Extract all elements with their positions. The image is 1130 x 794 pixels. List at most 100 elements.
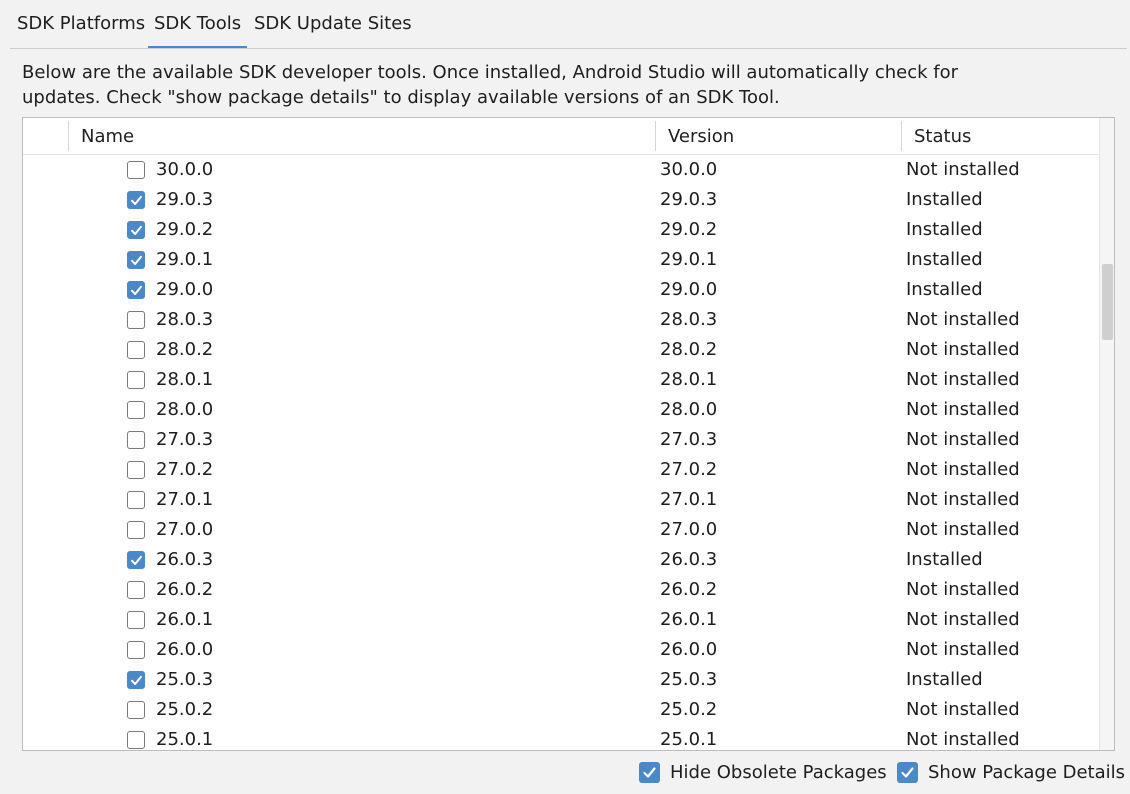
row-name: 27.0.2 <box>156 459 214 480</box>
row-name: 29.0.2 <box>156 219 214 240</box>
row-checkbox[interactable] <box>127 341 145 359</box>
row-status: Not installed <box>906 519 1020 540</box>
table-row[interactable]: 27.0.2 27.0.2 Not installed <box>23 455 1099 485</box>
row-checkbox[interactable] <box>127 221 145 239</box>
row-version: 28.0.2 <box>660 339 718 360</box>
row-status: Not installed <box>906 489 1020 510</box>
table-row[interactable]: 28.0.1 28.0.1 Not installed <box>23 365 1099 395</box>
row-version: 29.0.2 <box>660 219 718 240</box>
row-status: Not installed <box>906 399 1020 420</box>
table-row[interactable]: 25.0.2 25.0.2 Not installed <box>23 695 1099 725</box>
row-status: Installed <box>906 189 983 210</box>
row-version: 29.0.0 <box>660 279 718 300</box>
row-version: 26.0.1 <box>660 609 718 630</box>
tab-sdk-update-sites[interactable]: SDK Update Sites <box>254 0 412 49</box>
row-name: 25.0.1 <box>156 729 214 750</box>
table-row[interactable]: 28.0.3 28.0.3 Not installed <box>23 305 1099 335</box>
table-row[interactable]: 27.0.0 27.0.0 Not installed <box>23 515 1099 545</box>
row-status: Not installed <box>906 309 1020 330</box>
table-row[interactable]: 26.0.0 26.0.0 Not installed <box>23 635 1099 665</box>
row-version: 25.0.1 <box>660 729 718 750</box>
row-version: 28.0.1 <box>660 369 718 390</box>
row-checkbox[interactable] <box>127 191 145 209</box>
row-name: 25.0.3 <box>156 669 214 690</box>
table-row[interactable]: 26.0.3 26.0.3 Installed <box>23 545 1099 575</box>
show-package-details-checkbox[interactable]: Show Package Details <box>897 760 1126 786</box>
hide-obsolete-checkbox[interactable]: Hide Obsolete Packages <box>639 760 887 786</box>
row-status: Not installed <box>906 699 1020 720</box>
row-name: 28.0.0 <box>156 399 214 420</box>
row-checkbox[interactable] <box>127 551 145 569</box>
row-version: 26.0.3 <box>660 549 718 570</box>
row-version: 27.0.3 <box>660 429 718 450</box>
checkbox-checked-icon[interactable] <box>639 762 660 783</box>
row-checkbox[interactable] <box>127 641 145 659</box>
checkbox-checked-icon[interactable] <box>897 762 918 783</box>
row-checkbox[interactable] <box>127 161 145 179</box>
row-checkbox[interactable] <box>127 731 145 749</box>
row-status: Installed <box>906 549 983 570</box>
row-version: 27.0.2 <box>660 459 718 480</box>
vertical-scrollbar[interactable] <box>1099 118 1114 750</box>
row-status: Not installed <box>906 729 1020 750</box>
row-checkbox[interactable] <box>127 281 145 299</box>
row-status: Not installed <box>906 429 1020 450</box>
scrollbar-thumb[interactable] <box>1102 264 1113 340</box>
column-header-version[interactable]: Version <box>656 118 901 154</box>
row-checkbox[interactable] <box>127 701 145 719</box>
table-row[interactable]: 26.0.1 26.0.1 Not installed <box>23 605 1099 635</box>
row-status: Not installed <box>906 609 1020 630</box>
row-status: Installed <box>906 279 983 300</box>
row-checkbox[interactable] <box>127 671 145 689</box>
row-checkbox[interactable] <box>127 611 145 629</box>
row-status: Installed <box>906 219 983 240</box>
table-header: Name Version Status <box>23 118 1099 155</box>
row-status: Not installed <box>906 639 1020 660</box>
table-row[interactable]: 26.0.2 26.0.2 Not installed <box>23 575 1099 605</box>
table-row[interactable]: 25.0.3 25.0.3 Installed <box>23 665 1099 695</box>
row-checkbox[interactable] <box>127 311 145 329</box>
row-version: 25.0.2 <box>660 699 718 720</box>
row-version: 25.0.3 <box>660 669 718 690</box>
row-name: 27.0.3 <box>156 429 214 450</box>
row-version: 27.0.0 <box>660 519 718 540</box>
table-row[interactable]: 29.0.1 29.0.1 Installed <box>23 245 1099 275</box>
row-version: 28.0.3 <box>660 309 718 330</box>
table-row[interactable]: 28.0.2 28.0.2 Not installed <box>23 335 1099 365</box>
table-row[interactable]: 28.0.0 28.0.0 Not installed <box>23 395 1099 425</box>
row-status: Not installed <box>906 459 1020 480</box>
column-header-name[interactable]: Name <box>69 118 655 154</box>
table-row[interactable]: 27.0.1 27.0.1 Not installed <box>23 485 1099 515</box>
row-name: 28.0.3 <box>156 309 214 330</box>
tab-bar: SDK Platforms SDK Tools SDK Update Sites <box>0 0 1130 49</box>
show-package-details-label: Show Package Details <box>928 762 1126 783</box>
row-checkbox[interactable] <box>127 251 145 269</box>
table-row[interactable]: 29.0.2 29.0.2 Installed <box>23 215 1099 245</box>
row-checkbox[interactable] <box>127 521 145 539</box>
tab-sdk-tools[interactable]: SDK Tools <box>147 0 248 49</box>
table-row[interactable]: 27.0.3 27.0.3 Not installed <box>23 425 1099 455</box>
table-row[interactable]: 29.0.0 29.0.0 Installed <box>23 275 1099 305</box>
row-checkbox[interactable] <box>127 461 145 479</box>
row-version: 29.0.3 <box>660 189 718 210</box>
row-version: 26.0.0 <box>660 639 718 660</box>
row-checkbox[interactable] <box>127 401 145 419</box>
tab-divider <box>10 48 1127 49</box>
row-name: 26.0.3 <box>156 549 214 570</box>
row-checkbox[interactable] <box>127 491 145 509</box>
sdk-tools-table: Name Version Status 30.0.0 30.0.0 Not inst… <box>22 117 1115 751</box>
row-name: 27.0.1 <box>156 489 214 510</box>
table-row[interactable]: 25.0.1 25.0.1 Not installed <box>23 725 1099 750</box>
row-name: 26.0.2 <box>156 579 214 600</box>
tab-sdk-platforms[interactable]: SDK Platforms <box>17 0 145 49</box>
table-row[interactable]: 29.0.3 29.0.3 Installed <box>23 185 1099 215</box>
row-checkbox[interactable] <box>127 581 145 599</box>
table-row[interactable]: 30.0.0 30.0.0 Not installed <box>23 155 1099 185</box>
row-checkbox[interactable] <box>127 431 145 449</box>
row-checkbox[interactable] <box>127 371 145 389</box>
row-status: Not installed <box>906 339 1020 360</box>
row-name: 27.0.0 <box>156 519 214 540</box>
description-text: Below are the available SDK developer to… <box>22 62 959 108</box>
row-status: Installed <box>906 669 983 690</box>
column-header-status[interactable]: Status <box>902 118 1099 154</box>
